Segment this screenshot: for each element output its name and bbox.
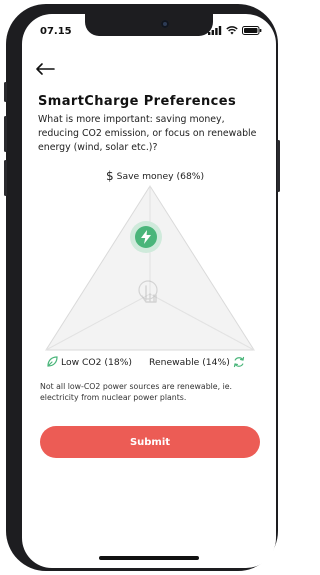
preference-triangle[interactable] xyxy=(40,182,260,354)
arrow-left-icon[interactable] xyxy=(34,62,56,76)
info-note: Not all low-CO2 power sources are renewa… xyxy=(40,382,233,402)
wifi-icon xyxy=(226,26,238,35)
question-text: What is more important: saving money, re… xyxy=(38,114,257,153)
renewable-label: Renewable (14%) xyxy=(149,356,245,368)
battery-icon xyxy=(242,26,262,35)
recycle-icon xyxy=(233,356,244,368)
save-money-label: $ Save money (68%) xyxy=(106,169,204,183)
screen: 07.15 SmartCharge Preferences What is mo… xyxy=(22,14,276,568)
low-co2-label: Low CO2 (18%) xyxy=(46,356,132,368)
page-title: SmartCharge Preferences xyxy=(38,94,237,109)
lightning-icon xyxy=(141,230,151,244)
status-icons xyxy=(208,26,262,35)
dollar-icon: $ xyxy=(106,169,114,183)
volume-down-button xyxy=(4,160,7,196)
notch xyxy=(85,14,213,36)
signal-icon xyxy=(208,26,222,35)
low-co2-text: Low CO2 (18%) xyxy=(61,356,133,368)
volume-up-button xyxy=(4,116,7,152)
camera-icon xyxy=(161,20,169,28)
submit-button[interactable]: Submit xyxy=(40,426,260,458)
leaf-icon xyxy=(47,356,58,367)
status-time: 07.15 xyxy=(40,26,72,37)
power-button xyxy=(277,140,280,192)
renewable-text: Renewable (14%) xyxy=(149,356,230,368)
handle-core xyxy=(135,226,157,248)
home-indicator[interactable] xyxy=(99,556,199,560)
phone-frame: 07.15 SmartCharge Preferences What is mo… xyxy=(4,4,280,571)
save-money-text: Save money (68%) xyxy=(116,170,205,182)
mute-switch xyxy=(4,82,7,102)
preference-handle[interactable] xyxy=(130,221,162,253)
